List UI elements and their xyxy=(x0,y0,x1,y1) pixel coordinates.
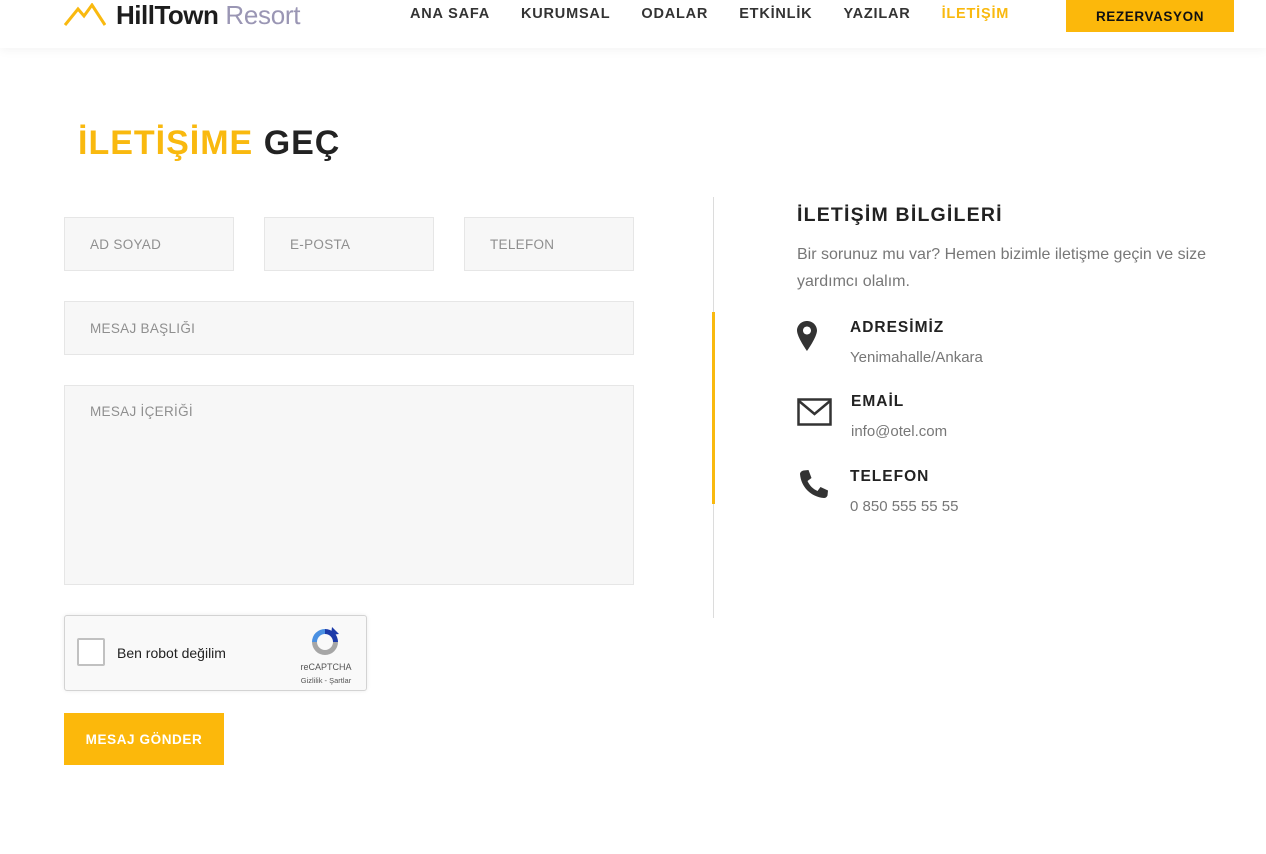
site-header: HillTown Resort ANA SAFA KURUMSAL ODALAR… xyxy=(0,0,1266,48)
contact-info-title: İLETİŞİM BİLGİLERİ xyxy=(797,204,1003,226)
phone-icon xyxy=(800,470,828,498)
recaptcha-brand: reCAPTCHA xyxy=(300,662,352,672)
nav-item-iletisim[interactable]: İLETİŞİM xyxy=(942,6,1010,22)
send-message-button[interactable]: MESAJ GÖNDER xyxy=(64,713,224,765)
divider-accent xyxy=(712,312,715,504)
contact-item-value[interactable]: info@otel.com xyxy=(851,423,947,440)
envelope-icon xyxy=(797,398,832,426)
contact-item-label: ADRESİMİZ xyxy=(850,319,945,336)
message-textarea[interactable] xyxy=(64,385,634,585)
recaptcha-widget: Ben robot değilim reCAPTCHA Gizlilik - Ş… xyxy=(64,615,367,691)
logo-sub-text: Resort xyxy=(225,0,301,30)
contact-item-phone: TELEFON 0 850 555 55 55 xyxy=(797,468,1217,528)
recaptcha-logo-icon xyxy=(312,627,339,655)
page-title: İLETİŞİME GEÇ xyxy=(78,124,340,163)
subject-input[interactable] xyxy=(64,301,634,355)
nav-item-etkinlik[interactable]: ETKİNLİK xyxy=(739,6,812,22)
mountain-logo-icon xyxy=(64,3,106,26)
contact-item-label: TELEFON xyxy=(850,468,930,485)
reservation-button[interactable]: REZERVASYON xyxy=(1066,0,1234,32)
logo-main-text: HillTown xyxy=(116,0,219,30)
contact-item-address: ADRESİMİZ Yenimahalle/Ankara xyxy=(797,319,1217,379)
page-title-rest: GEÇ xyxy=(263,124,341,162)
contact-item-label: EMAİL xyxy=(851,393,905,410)
main-nav: ANA SAFA KURUMSAL ODALAR ETKİNLİK YAZILA… xyxy=(410,0,1040,28)
contact-item-value[interactable]: 0 850 555 55 55 xyxy=(850,498,958,515)
recaptcha-label: Ben robot değilim xyxy=(117,645,226,661)
name-input[interactable] xyxy=(64,217,234,271)
page-title-highlight: İLETİŞİME xyxy=(78,124,254,162)
recaptcha-links[interactable]: Gizlilik - Şartlar xyxy=(295,676,357,685)
nav-item-yazilar[interactable]: YAZILAR xyxy=(843,6,910,22)
nav-item-odalar[interactable]: ODALAR xyxy=(641,6,708,22)
contact-item-value: Yenimahalle/Ankara xyxy=(850,349,983,366)
logo[interactable]: HillTown Resort xyxy=(64,0,300,30)
recaptcha-checkbox[interactable] xyxy=(77,638,105,666)
nav-item-ana-safa[interactable]: ANA SAFA xyxy=(410,6,490,22)
email-input[interactable] xyxy=(264,217,434,271)
location-pin-icon xyxy=(797,321,817,351)
nav-item-kurumsal[interactable]: KURUMSAL xyxy=(521,6,610,22)
contact-info-description: Bir sorunuz mu var? Hemen bizimle iletiş… xyxy=(797,246,1207,290)
contact-item-email: EMAİL info@otel.com xyxy=(797,393,1217,453)
phone-input[interactable] xyxy=(464,217,634,271)
